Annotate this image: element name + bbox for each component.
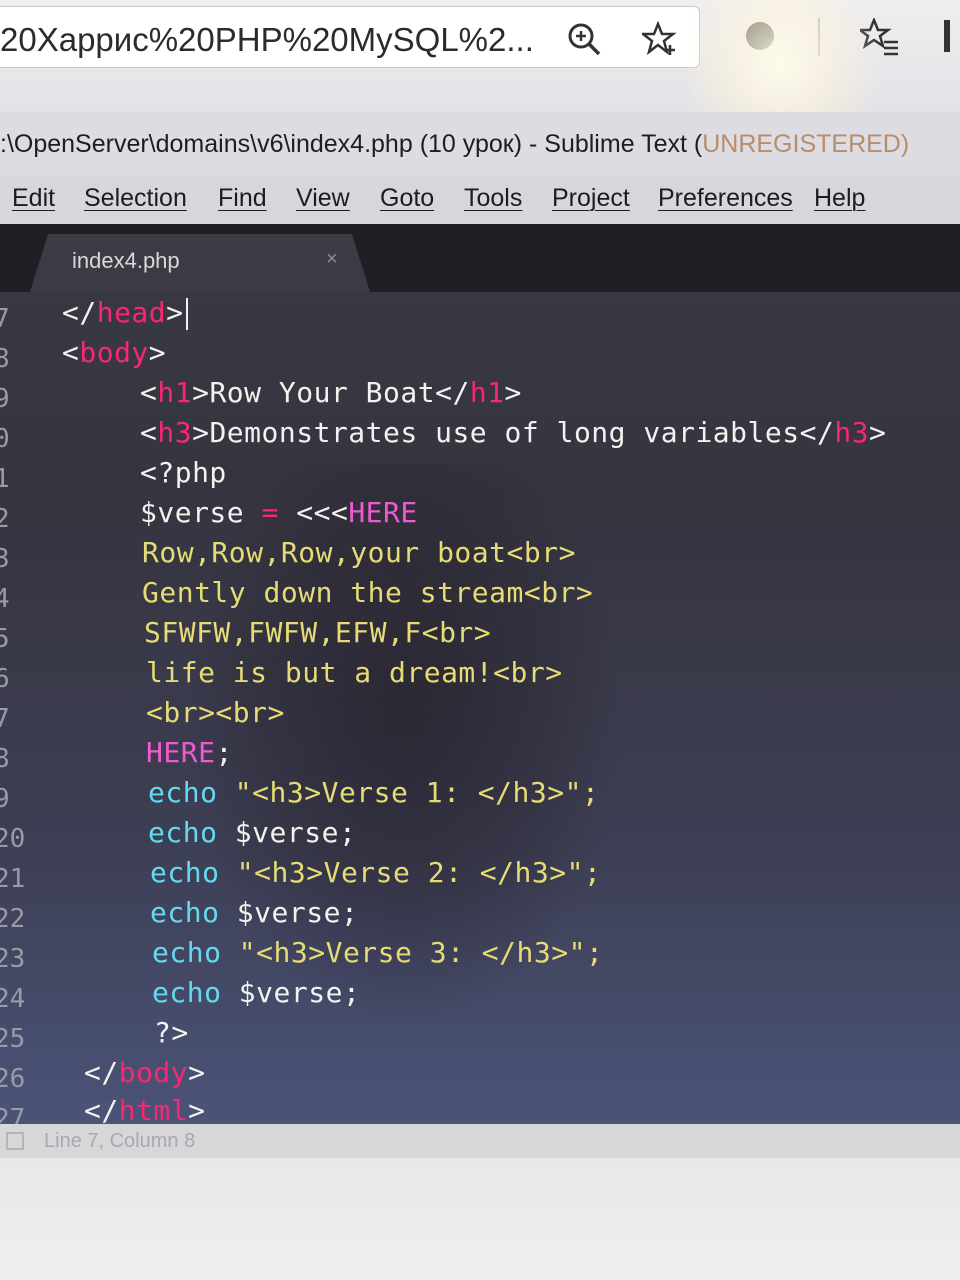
address-bar[interactable]: 20Харрис%20PHP%20MySQL%2...: [0, 6, 700, 68]
code-line[interactable]: echo $verse;: [148, 816, 356, 849]
code-line[interactable]: </html>: [84, 1094, 206, 1127]
line-number: 8: [0, 744, 10, 774]
code-line[interactable]: <body>: [62, 336, 166, 369]
line-number: 7: [0, 704, 10, 734]
code-line[interactable]: ?>: [154, 1016, 189, 1049]
browser-toolbar: 20Харрис%20PHP%20MySQL%2...: [0, 0, 960, 112]
toolbar-divider: [818, 18, 820, 56]
menu-tools[interactable]: Tools: [464, 184, 522, 213]
code-line[interactable]: echo $verse;: [152, 976, 360, 1009]
line-number: 23: [0, 944, 26, 974]
add-favorite-icon[interactable]: [642, 21, 678, 57]
tab-index4[interactable]: index4.php ×: [30, 234, 370, 292]
code-line[interactable]: <h3>Demonstrates use of long variables</…: [140, 416, 886, 449]
menu-goto[interactable]: Goto: [380, 184, 434, 213]
code-line[interactable]: </body>: [84, 1056, 206, 1089]
line-number: 0: [0, 424, 10, 454]
menu-preferences[interactable]: Preferences: [658, 184, 793, 213]
line-number: 9: [0, 384, 10, 414]
extension-icon[interactable]: [742, 18, 778, 54]
line-number: 26: [0, 1064, 26, 1094]
line-number: 2: [0, 504, 10, 534]
zoom-icon[interactable]: [566, 21, 602, 57]
line-number: 9: [0, 784, 10, 814]
code-line[interactable]: echo "<h3>Verse 2: </h3>";: [150, 856, 601, 889]
window-title-bar: :\OpenServer\domains\v6\index4.php (10 у…: [0, 112, 960, 176]
code-line[interactable]: </head>: [62, 296, 188, 330]
menu-project[interactable]: Project: [552, 184, 630, 213]
code-line[interactable]: echo "<h3>Verse 1: </h3>";: [148, 776, 599, 809]
code-line[interactable]: life is but a dream!<br>: [146, 656, 563, 689]
code-line[interactable]: SFWFW,FWFW,EFW,F<br>: [144, 616, 491, 649]
code-line[interactable]: HERE;: [146, 736, 233, 769]
line-number: 6: [0, 664, 10, 694]
menu-help[interactable]: Help: [814, 184, 865, 213]
code-line[interactable]: Gently down the stream<br>: [142, 576, 593, 609]
line-number: 3: [0, 544, 10, 574]
line-number: 8: [0, 344, 10, 374]
tab-close-icon[interactable]: ×: [326, 248, 338, 271]
code-line[interactable]: <br><br>: [146, 696, 285, 729]
line-number: 5: [0, 624, 10, 654]
code-line[interactable]: <?php: [140, 456, 227, 489]
line-number: 4: [0, 584, 10, 614]
menu-edit[interactable]: Edit: [12, 184, 55, 213]
line-number: 22: [0, 904, 26, 934]
code-line[interactable]: <h1>Row Your Boat</h1>: [140, 376, 522, 409]
status-bar: Line 7, Column 8: [0, 1124, 960, 1158]
address-text[interactable]: 20Харрис%20PHP%20MySQL%2...: [0, 21, 534, 59]
tab-strip: index4.php ×: [0, 224, 960, 292]
window-title: :\OpenServer\domains\v6\index4.php (10 у…: [0, 130, 910, 158]
code-line[interactable]: Row,Row,Row,your boat<br>: [142, 536, 576, 569]
line-number: 21: [0, 864, 26, 894]
code-line[interactable]: echo "<h3>Verse 3: </h3>";: [152, 936, 603, 969]
menu-bar: Edit Selection Find View Goto Tools Proj…: [0, 176, 960, 224]
code-line[interactable]: $verse = <<<HERE: [140, 496, 418, 529]
line-number: 1: [0, 464, 10, 494]
line-number: 25: [0, 1024, 26, 1054]
line-number: 7: [0, 304, 10, 334]
monitor-bezel: [0, 1158, 960, 1280]
tab-label[interactable]: index4.php: [72, 248, 180, 274]
menu-view[interactable]: View: [296, 184, 350, 213]
panel-toggle-icon[interactable]: [6, 1132, 24, 1150]
menu-selection[interactable]: Selection: [84, 184, 187, 213]
editor-area[interactable]: index4.php × 7 8 9 0 1 2 3 4 5 6 7 8 9 2…: [0, 224, 960, 1134]
code-line[interactable]: echo $verse;: [150, 896, 358, 929]
cursor-position: Line 7, Column 8: [44, 1130, 196, 1152]
menu-find[interactable]: Find: [218, 184, 267, 213]
line-number: 24: [0, 984, 26, 1014]
favorites-icon[interactable]: [860, 18, 900, 56]
text-cursor: [185, 298, 188, 330]
line-number: 20: [0, 824, 26, 854]
more-icon[interactable]: [940, 18, 960, 54]
